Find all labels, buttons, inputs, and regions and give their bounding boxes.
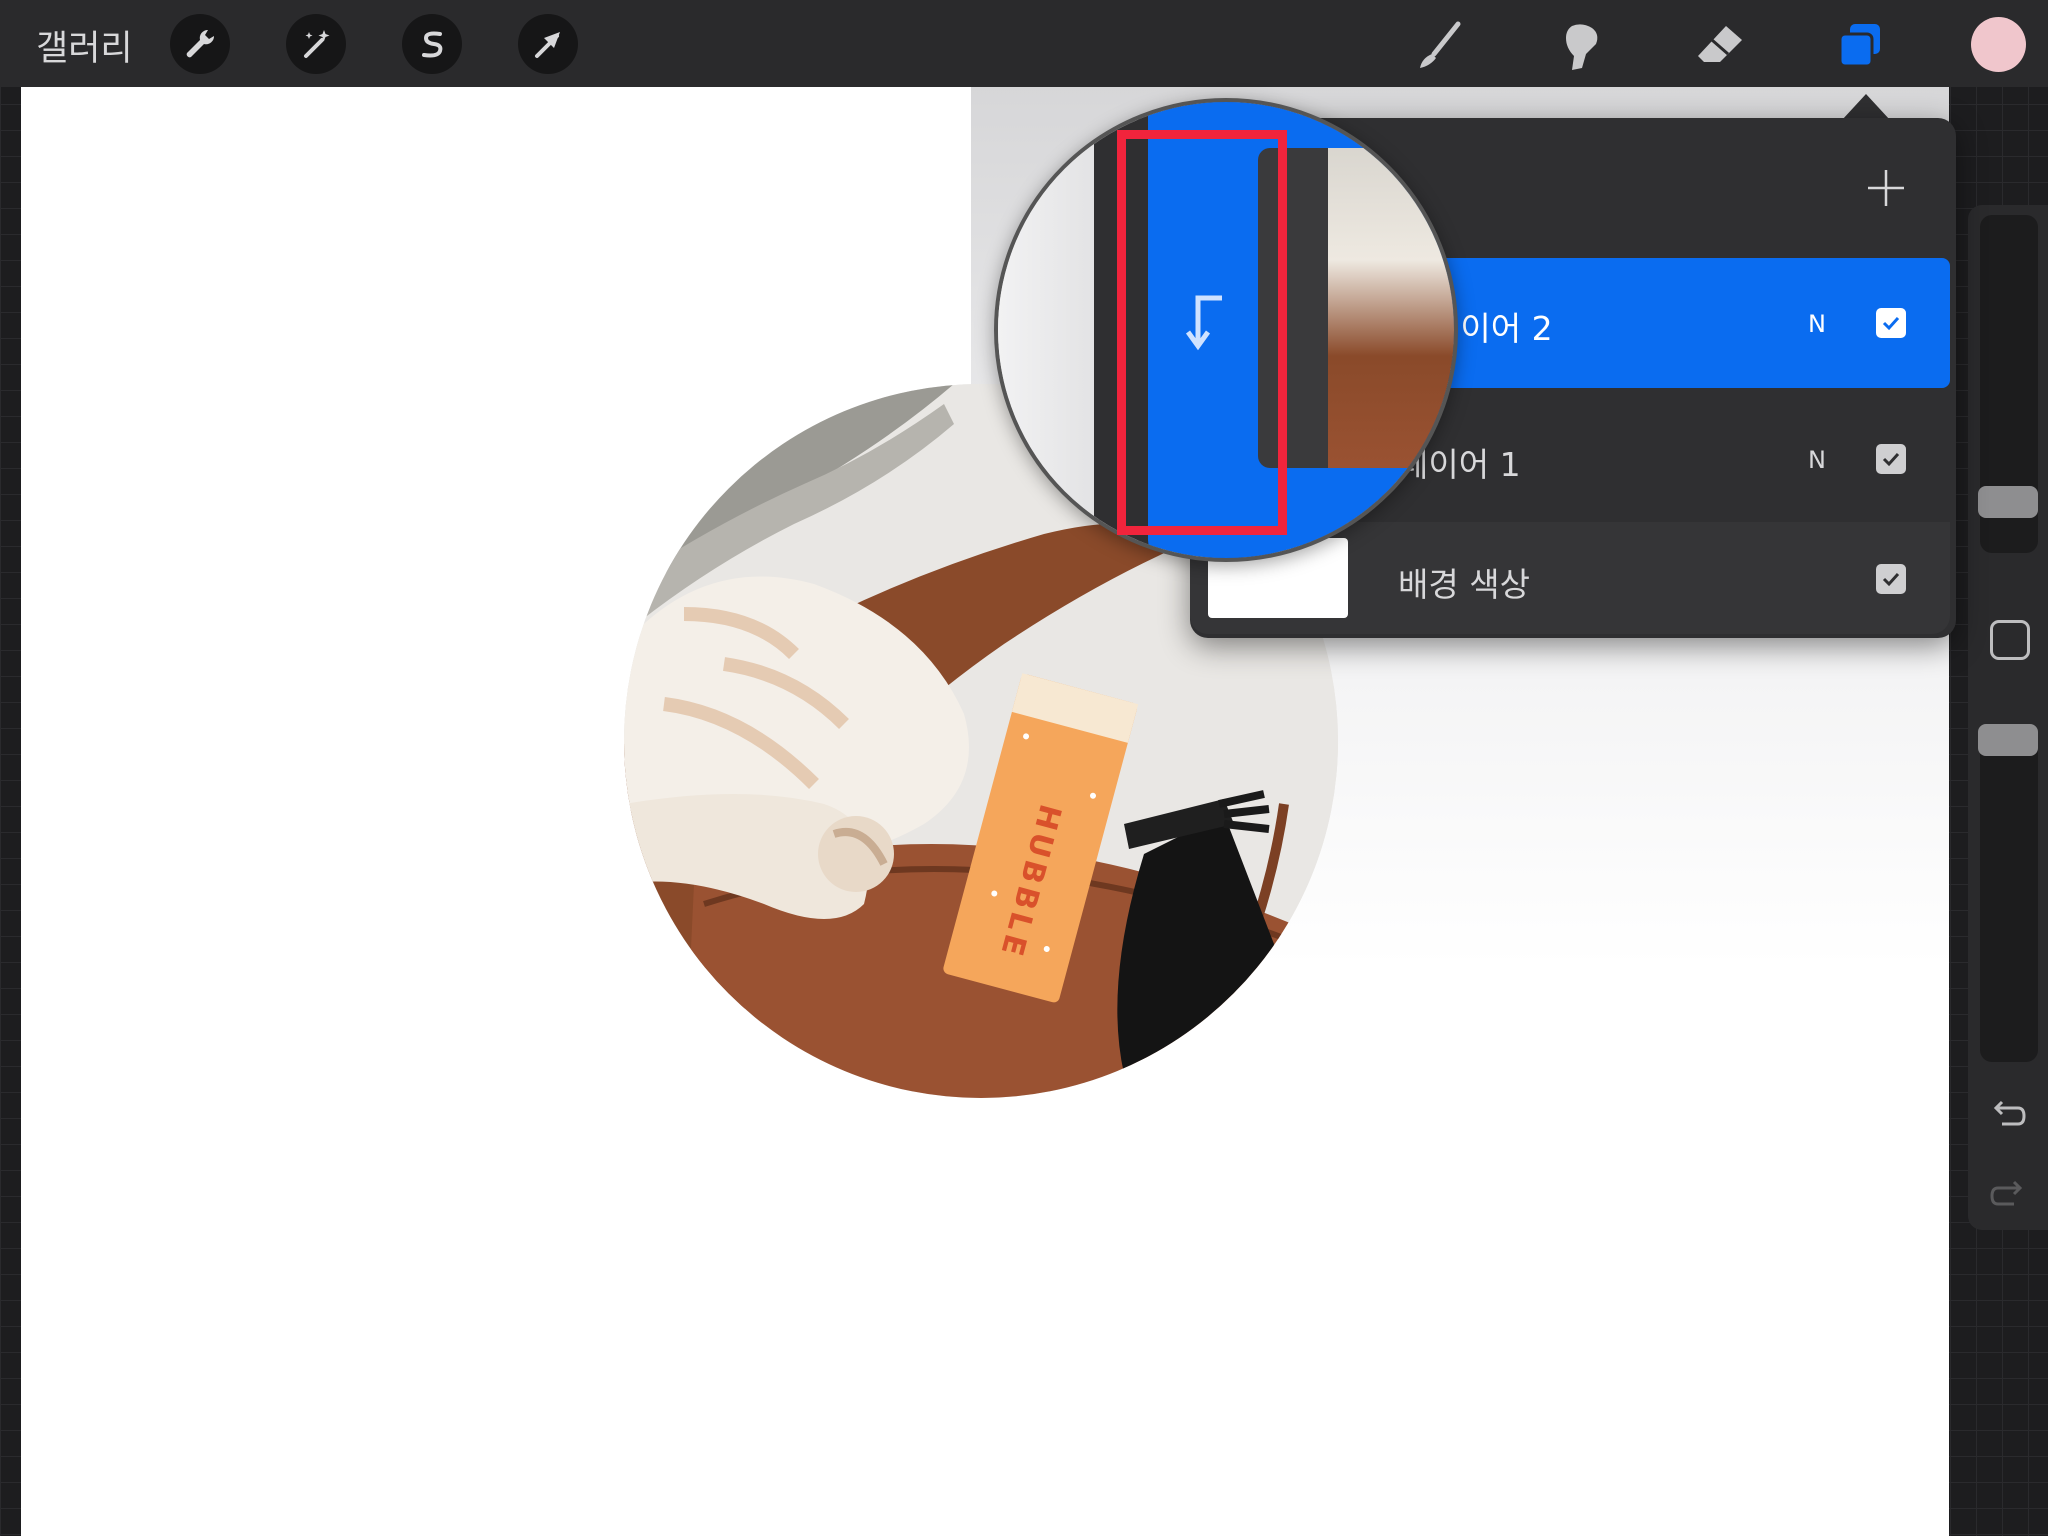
top-toolbar: 갤러리 [0, 0, 2048, 87]
visibility-checkbox[interactable] [1876, 564, 1906, 594]
layer-name: 배경 색상 [1398, 565, 1530, 604]
wrench-icon[interactable] [170, 14, 230, 74]
smudge-icon[interactable] [1548, 14, 1612, 78]
panel-pointer [1842, 94, 1890, 120]
visibility-checkbox[interactable] [1876, 308, 1906, 338]
modify-button[interactable] [1990, 620, 2030, 660]
plus-icon[interactable] [1864, 166, 1908, 214]
layers-icon[interactable] [1828, 14, 1892, 78]
brush-icon[interactable] [1408, 14, 1472, 78]
eraser-icon[interactable] [1688, 14, 1752, 78]
opacity-slider[interactable] [1980, 724, 2038, 1062]
opacity-thumb[interactable] [1978, 724, 2038, 756]
magic-wand-icon[interactable] [286, 14, 346, 74]
blend-mode[interactable]: N [1808, 446, 1826, 474]
brush-size-thumb[interactable] [1978, 486, 2038, 518]
selection-s-icon[interactable] [402, 14, 462, 74]
clipping-highlight-box [1117, 130, 1287, 535]
transform-arrow-icon[interactable] [518, 14, 578, 74]
redo-icon[interactable] [1988, 1174, 2028, 1218]
color-picker-swatch[interactable] [1971, 17, 2026, 72]
zoomed-layer-thumbnail [1258, 148, 1454, 468]
visibility-checkbox[interactable] [1876, 444, 1906, 474]
undo-icon[interactable] [1988, 1094, 2028, 1138]
gallery-button[interactable]: 갤러리 [36, 20, 133, 71]
blend-mode[interactable]: N [1808, 310, 1826, 338]
